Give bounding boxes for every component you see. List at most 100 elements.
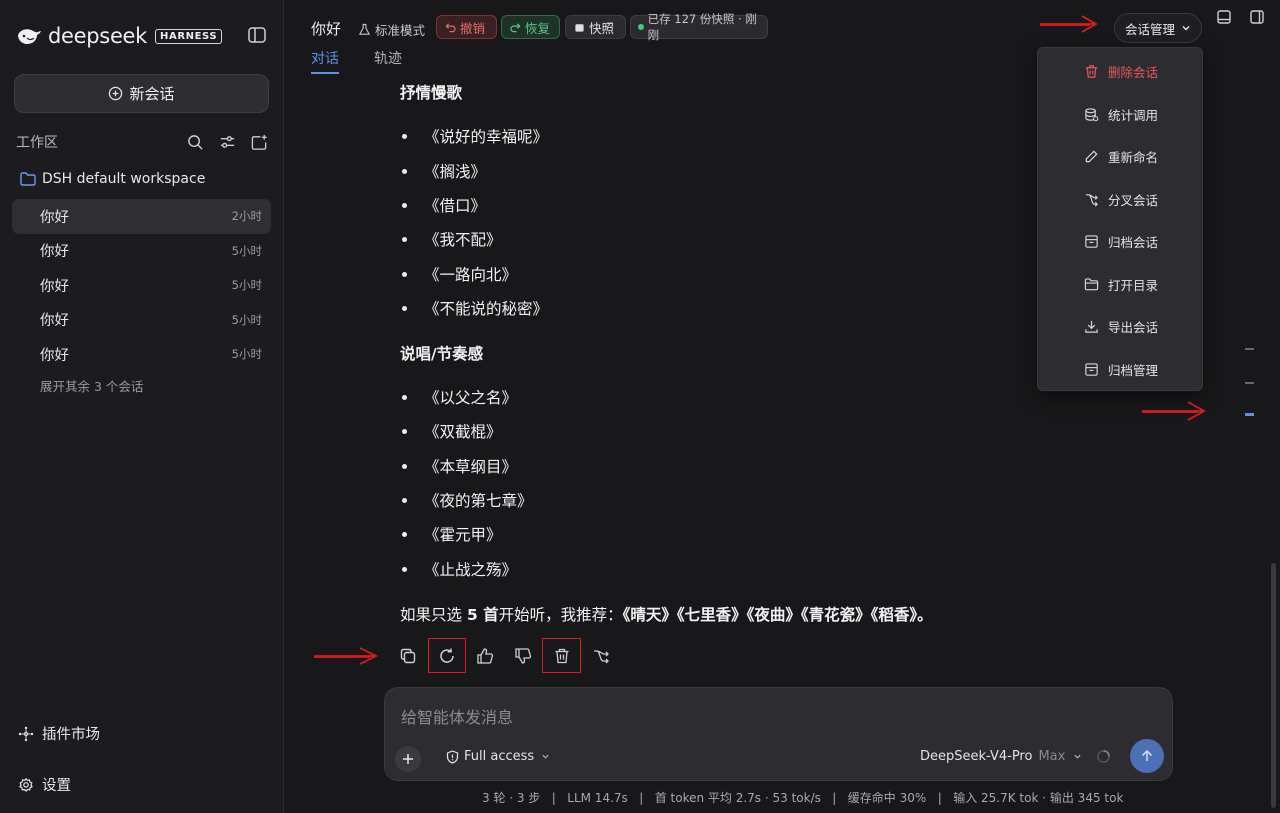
thumbs-down-icon[interactable] bbox=[514, 647, 532, 665]
flask-icon bbox=[358, 23, 371, 35]
archive-icon bbox=[1085, 234, 1098, 248]
whale-logo-icon bbox=[18, 29, 41, 44]
annotation-arrow bbox=[314, 647, 379, 665]
mode-selector[interactable]: 标准模式 bbox=[358, 20, 425, 39]
filter-sliders-icon[interactable] bbox=[219, 134, 236, 151]
tab-conversation[interactable]: 对话 bbox=[311, 48, 339, 74]
menu-item-archive-management[interactable]: 归档管理 bbox=[1084, 359, 1158, 379]
model-selector[interactable]: DeepSeek-V4-Pro Max bbox=[920, 749, 1082, 764]
snapshot-button[interactable]: 快照 bbox=[565, 15, 626, 39]
conversation-item[interactable]: 你好 5小时 bbox=[12, 268, 271, 303]
model-name: DeepSeek-V4-Pro bbox=[920, 749, 1033, 764]
conversation-item[interactable]: 你好 2小时 bbox=[12, 199, 271, 234]
new-chat-button[interactable]: 新会话 bbox=[14, 74, 269, 113]
chevron-down-icon bbox=[1074, 754, 1081, 759]
add-attachment-button[interactable] bbox=[395, 746, 421, 772]
delete-icon[interactable] bbox=[553, 647, 571, 665]
session-management-button[interactable]: 会话管理 bbox=[1114, 13, 1202, 43]
redo-icon bbox=[510, 22, 521, 32]
redo-button[interactable]: 恢复 bbox=[501, 15, 560, 39]
sidebar-toggle-icon[interactable] bbox=[248, 27, 266, 43]
bullet bbox=[402, 133, 407, 139]
scroll-marker[interactable] bbox=[1245, 382, 1254, 384]
menu-item-label: 删除会话 bbox=[1108, 64, 1159, 80]
send-button[interactable] bbox=[1130, 739, 1164, 773]
status-dot bbox=[638, 24, 644, 30]
bullet bbox=[402, 497, 407, 503]
folder-icon bbox=[1084, 277, 1099, 290]
song-title: 《以父之名》 bbox=[424, 389, 518, 407]
song-title: 《夜的第七章》 bbox=[424, 492, 533, 510]
song-title: 《止战之殇》 bbox=[424, 561, 518, 579]
menu-item-label: 导出会话 bbox=[1108, 319, 1159, 335]
recommendation-text: 如果只选 5 首开始听，我推荐：《晴天》《七里香》《夜曲》《青花瓷》《稻香》。 bbox=[400, 603, 933, 625]
fork-icon bbox=[1085, 193, 1098, 206]
menu-item-label: 归档会话 bbox=[1108, 234, 1159, 250]
scrollbar[interactable] bbox=[1271, 563, 1276, 808]
scroll-marker[interactable] bbox=[1245, 348, 1254, 350]
conversation-item[interactable]: 你好 5小时 bbox=[12, 337, 271, 372]
bullet bbox=[402, 236, 407, 242]
workspace-item[interactable]: DSH default workspace bbox=[20, 171, 205, 187]
thumbs-up-icon[interactable] bbox=[476, 647, 494, 665]
song-title: 《说好的幸福呢》 bbox=[424, 128, 549, 146]
copy-icon[interactable] bbox=[399, 647, 417, 665]
access-selector[interactable]: Full access bbox=[446, 749, 550, 764]
list-item: 《不能说的秘密》 bbox=[402, 297, 548, 319]
workspace-label: 工作区 bbox=[16, 135, 58, 151]
bullet bbox=[402, 566, 407, 572]
song-title: 《双截棍》 bbox=[424, 423, 502, 441]
snapshot-icon bbox=[575, 23, 584, 32]
search-icon[interactable] bbox=[187, 134, 204, 151]
shield-icon bbox=[446, 749, 459, 764]
undo-label: 撤销 bbox=[460, 20, 486, 36]
menu-item-stats[interactable]: 统计调用 bbox=[1084, 104, 1158, 124]
menu-item-label: 归档管理 bbox=[1108, 362, 1159, 378]
archive-icon bbox=[1085, 362, 1098, 376]
song-title: 《霍元甲》 bbox=[424, 526, 502, 544]
conversation-item[interactable]: 你好 5小时 bbox=[12, 303, 271, 338]
regenerate-icon[interactable] bbox=[438, 647, 456, 665]
list-item: 《夜的第七章》 bbox=[402, 489, 533, 511]
menu-item-fork[interactable]: 分叉会话 bbox=[1084, 189, 1158, 209]
scroll-marker-active[interactable] bbox=[1245, 413, 1254, 416]
database-icon bbox=[1085, 107, 1099, 121]
settings-label: 设置 bbox=[42, 778, 71, 794]
list-item: 《以父之名》 bbox=[402, 386, 517, 408]
panel-right-icon[interactable] bbox=[1250, 10, 1264, 24]
menu-item-open-directory[interactable]: 打开目录 bbox=[1084, 274, 1158, 294]
new-folder-icon[interactable] bbox=[251, 134, 268, 151]
song-title: 《不能说的秘密》 bbox=[424, 300, 549, 318]
list-item: 《止战之殇》 bbox=[402, 558, 517, 580]
expand-more-link[interactable]: 展开其余 3 个会话 bbox=[40, 376, 143, 395]
undo-button[interactable]: 撤销 bbox=[436, 15, 497, 39]
panel-bottom-icon[interactable] bbox=[1217, 10, 1231, 24]
conversation-time: 5小时 bbox=[231, 347, 262, 362]
mode-label: 标准模式 bbox=[375, 23, 426, 38]
menu-item-delete[interactable]: 删除会话 bbox=[1084, 61, 1158, 81]
fork-icon[interactable] bbox=[592, 647, 610, 665]
list-item: 《本草纲目》 bbox=[402, 455, 517, 477]
conversation-item[interactable]: 你好 5小时 bbox=[12, 234, 271, 269]
trash-icon bbox=[1085, 64, 1098, 78]
menu-item-rename[interactable]: 重新命名 bbox=[1084, 146, 1158, 166]
message-input[interactable]: 给智能体发消息 bbox=[401, 704, 513, 728]
conversation-time: 5小时 bbox=[231, 312, 262, 327]
chevron-down-icon bbox=[542, 754, 549, 759]
redo-label: 恢复 bbox=[525, 20, 551, 36]
annotation-arrow bbox=[1040, 15, 1098, 33]
bullet bbox=[402, 531, 407, 537]
song-title: 《我不配》 bbox=[424, 231, 502, 249]
snapshot-label: 快照 bbox=[589, 20, 615, 36]
section-heading: 抒情慢歌 bbox=[400, 84, 463, 102]
menu-item-archive[interactable]: 归档会话 bbox=[1084, 231, 1158, 251]
page-title: 你好 bbox=[311, 20, 342, 38]
plugin-market-link[interactable]: 插件市场 bbox=[18, 723, 100, 744]
menu-item-export[interactable]: 导出会话 bbox=[1084, 316, 1158, 336]
menu-item-label: 重新命名 bbox=[1108, 149, 1159, 165]
song-title: 《搁浅》 bbox=[424, 163, 487, 181]
tab-trace[interactable]: 轨迹 bbox=[374, 48, 402, 74]
menu-item-label: 统计调用 bbox=[1108, 107, 1159, 123]
settings-link[interactable]: 设置 bbox=[18, 774, 71, 795]
list-item: 《一路向北》 bbox=[402, 263, 517, 285]
